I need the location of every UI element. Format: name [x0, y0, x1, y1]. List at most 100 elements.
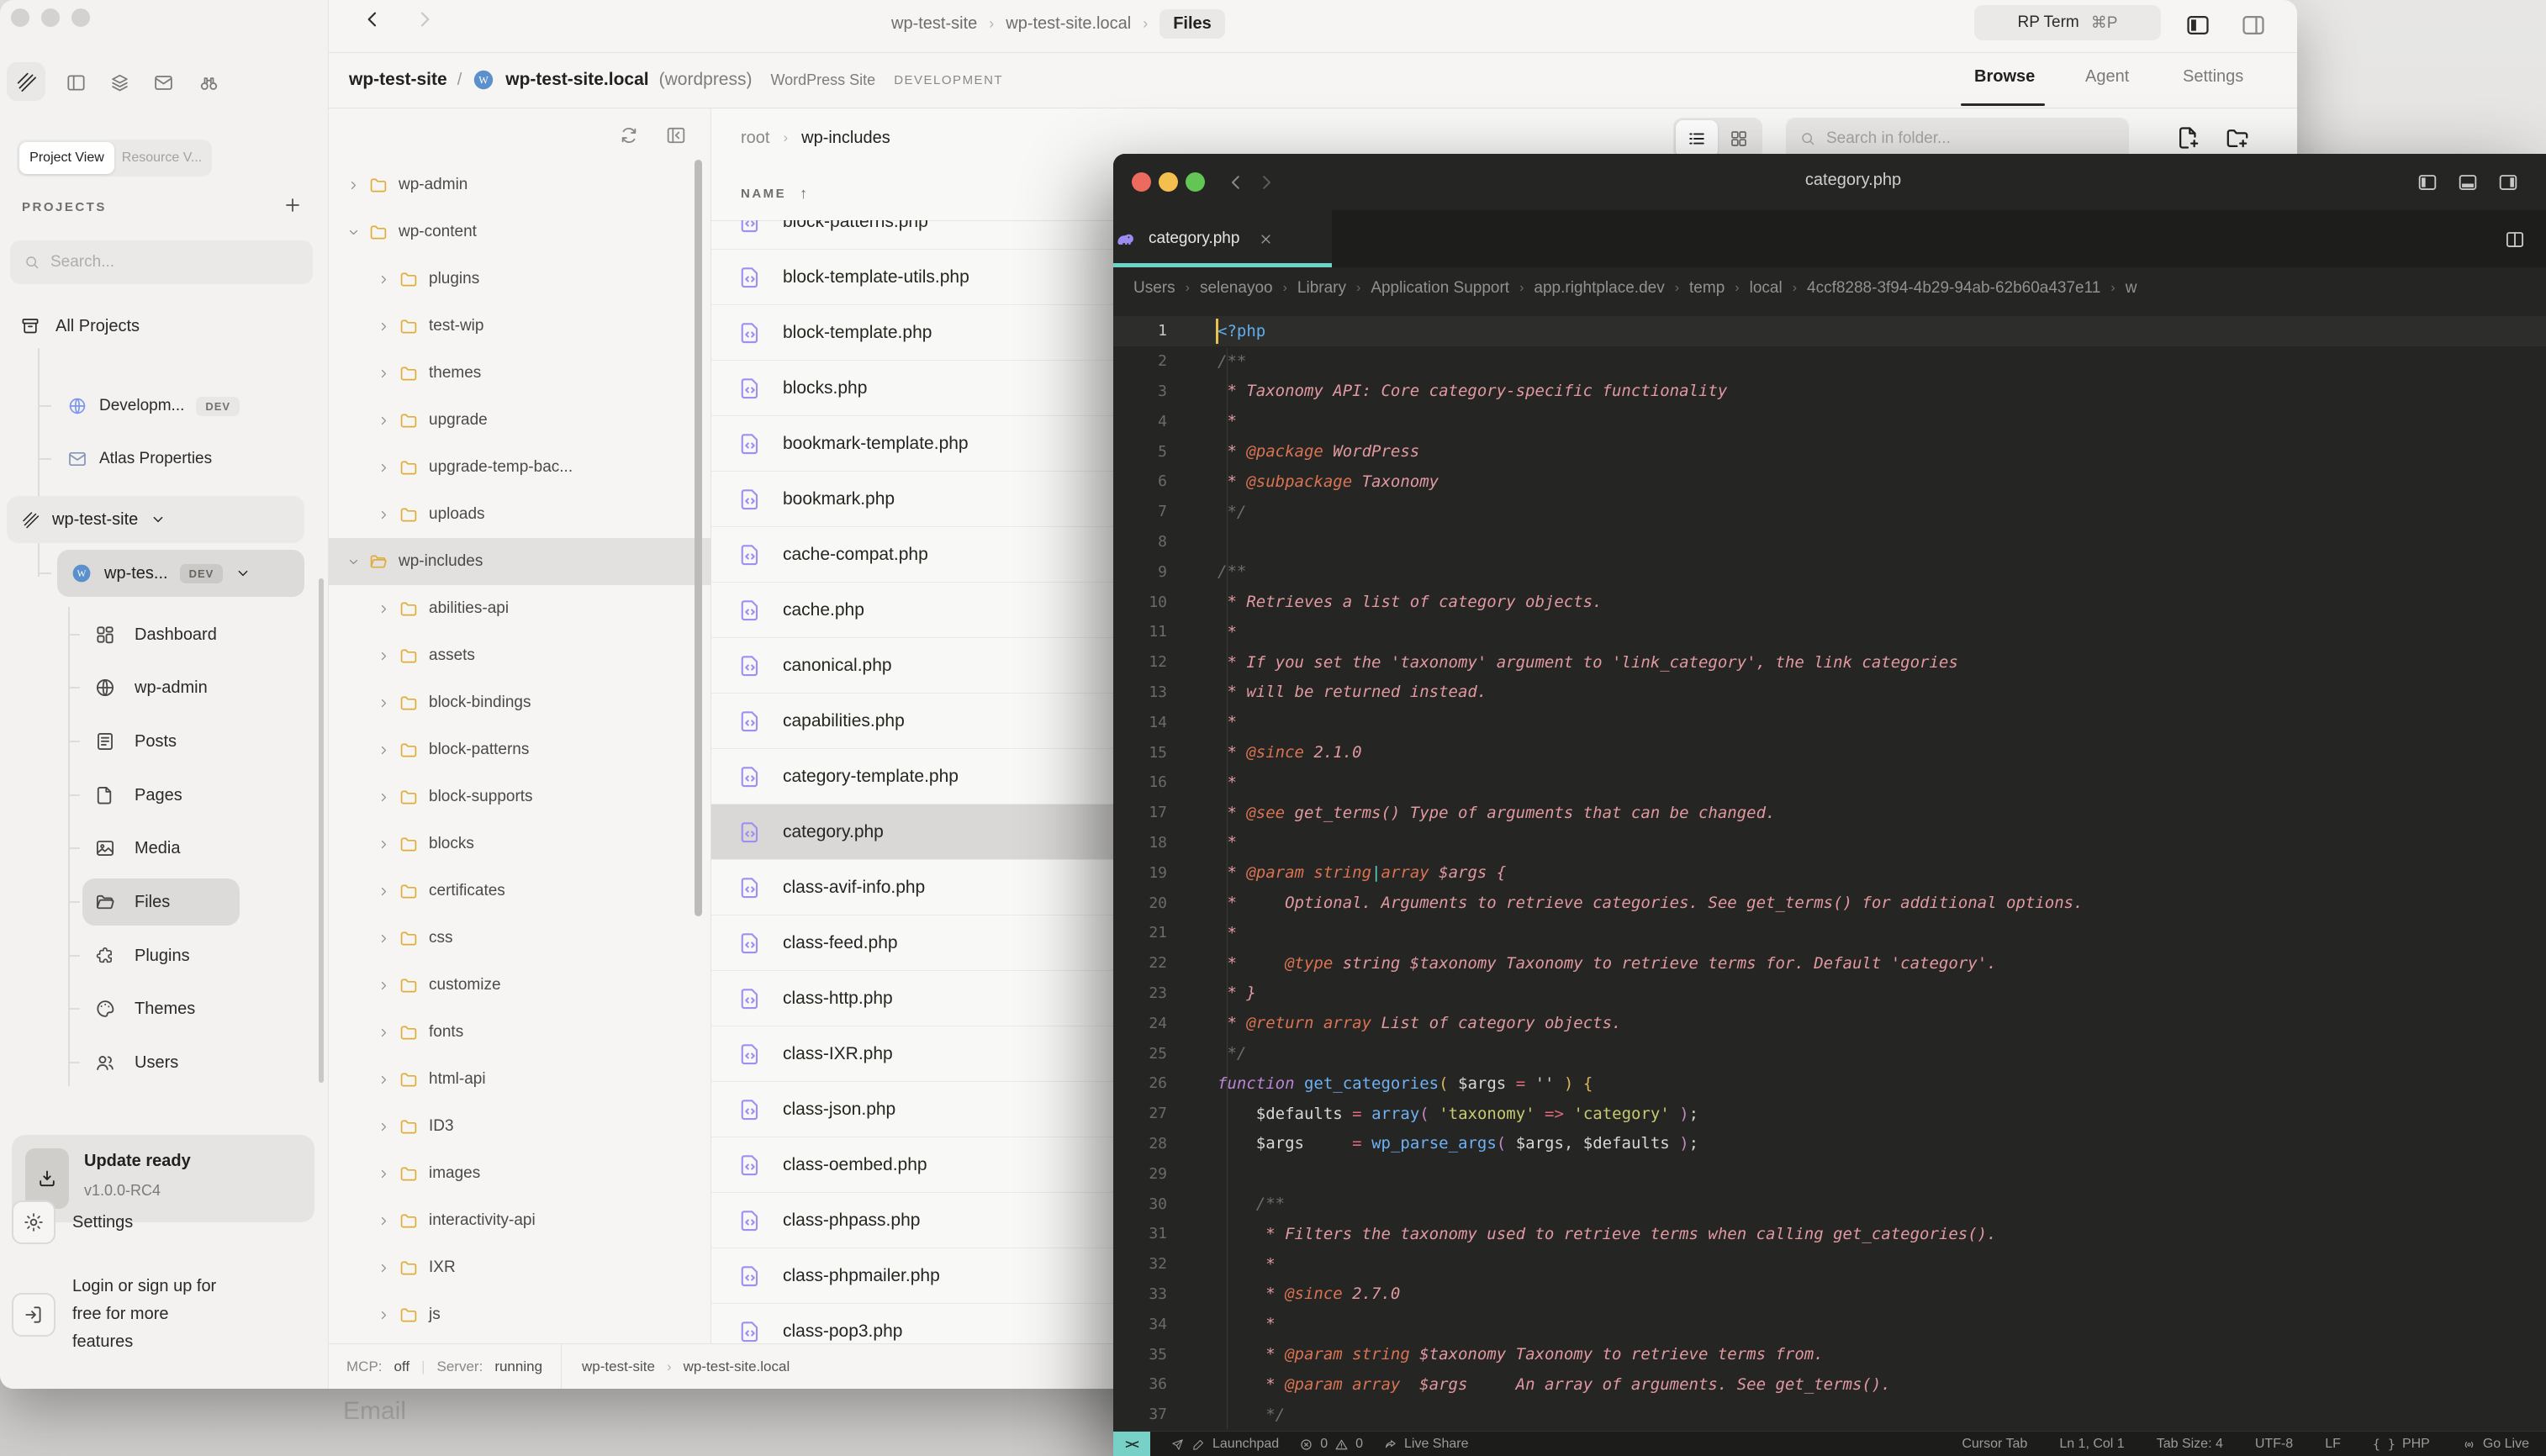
code-line-29[interactable]: 29 — [1113, 1158, 2546, 1189]
tab-category-php[interactable]: category.php — [1113, 210, 1332, 267]
name-column-header[interactable]: NAME ↑ — [741, 185, 807, 203]
breadcrumb-item-users[interactable]: Users — [1133, 279, 1175, 298]
code-line-1[interactable]: 1 <?php — [1113, 316, 2546, 346]
tree-item-plugins[interactable]: plugins — [328, 256, 710, 303]
server-value[interactable]: running — [494, 1358, 542, 1375]
mail-button[interactable] — [153, 72, 174, 98]
code-line-16[interactable]: 16 * — [1113, 768, 2546, 798]
tree-item-test-wip[interactable]: test-wip — [328, 303, 710, 350]
panel-left-toggle[interactable] — [2184, 12, 2211, 43]
sidebar-item-dashboard[interactable]: Dashboard — [94, 611, 217, 658]
close-tab-button[interactable] — [1258, 231, 1274, 247]
close-window-button[interactable] — [11, 8, 29, 27]
app-logo-tile[interactable] — [7, 62, 45, 101]
breadcrumb-item-wp-test-site-local[interactable]: wp-test-site.local — [1006, 14, 1131, 34]
breadcrumb-root[interactable]: root — [741, 129, 769, 148]
tree-item-css[interactable]: css — [328, 915, 710, 962]
status-item-cursor-tab[interactable]: Cursor Tab — [1962, 1437, 2027, 1452]
tree-scrollbar[interactable] — [695, 160, 702, 916]
breadcrumb-item-4ccf8288-3f94-4b29-94ab-62b60a437e11[interactable]: 4ccf8288-3f94-4b29-94ab-62b60a437e11 — [1807, 279, 2100, 298]
status-item-lf[interactable]: LF — [2325, 1437, 2341, 1452]
breadcrumb-item-temp[interactable]: temp — [1689, 279, 1725, 298]
tree-item-block-patterns[interactable]: block-patterns — [328, 726, 710, 773]
code-line-22[interactable]: 22 * @type string $taxonomy Taxonomy to … — [1113, 948, 2546, 979]
status-breadcrumb-site[interactable]: wp-test-site.local — [684, 1358, 790, 1375]
tree-item-block-supports[interactable]: block-supports — [328, 773, 710, 820]
code-line-24[interactable]: 24 * @return array List of category obje… — [1113, 1008, 2546, 1038]
tree-item-ixr[interactable]: IXR — [328, 1244, 710, 1291]
code-line-25[interactable]: 25 */ — [1113, 1038, 2546, 1068]
code-line-13[interactable]: 13 * will be returned instead. — [1113, 678, 2546, 708]
project-search-input[interactable]: Search... — [10, 240, 313, 284]
code-line-21[interactable]: 21 * — [1113, 918, 2546, 948]
new-file-button[interactable] — [2175, 124, 2202, 156]
tab-resource-view[interactable]: Resource V... — [114, 142, 209, 174]
collapse-panel-button[interactable] — [665, 124, 687, 150]
sidebar-item-plugins[interactable]: Plugins — [94, 932, 190, 979]
code-line-35[interactable]: 35 * @param string $taxonomy Taxonomy to… — [1113, 1339, 2546, 1369]
toggle-secondary-sidebar-button[interactable] — [2497, 171, 2519, 198]
minimize-window-button[interactable] — [41, 8, 60, 27]
sidebar-item-login[interactable]: Login or sign up for free for more feature… — [12, 1273, 216, 1356]
breadcrumb-item-w[interactable]: w — [2126, 279, 2137, 298]
sidebar-site-wp-test-site-local[interactable]: W wp-tes... DEV — [57, 550, 304, 597]
breadcrumb-item-application-support[interactable]: Application Support — [1371, 279, 1509, 298]
tree-item-upgrade-temp-bac[interactable]: upgrade-temp-bac... — [328, 444, 710, 491]
status-item-tab-size-4[interactable]: Tab Size: 4 — [2157, 1437, 2223, 1452]
code-line-17[interactable]: 17 * @see get_terms() Type of arguments … — [1113, 798, 2546, 828]
sidebar-project-developm[interactable]: Developm... DEV — [67, 382, 240, 430]
tree-item-themes[interactable]: themes — [328, 350, 710, 397]
code-area[interactable]: 1 <?php 2/** 3 * Taxonomy API: Core categor… — [1113, 309, 2546, 1431]
code-line-32[interactable]: 32 * — [1113, 1249, 2546, 1279]
grid-view-button[interactable] — [1718, 120, 1760, 157]
code-line-10[interactable]: 10 * Retrieves a list of category object… — [1113, 587, 2546, 617]
site-project-name[interactable]: wp-test-site — [349, 70, 447, 90]
split-editor-button[interactable] — [2504, 229, 2526, 255]
add-project-button[interactable] — [283, 195, 303, 219]
code-line-3[interactable]: 3 * Taxonomy API: Core category-specific… — [1113, 377, 2546, 407]
tree-item-fonts[interactable]: fonts — [328, 1009, 710, 1056]
status-item-go-live[interactable]: Go Live — [2462, 1437, 2529, 1452]
code-line-14[interactable]: 14 * — [1113, 707, 2546, 737]
breadcrumb-item-app-rightplace-dev[interactable]: app.rightplace.dev — [1534, 279, 1664, 298]
tree-item-uploads[interactable]: uploads — [328, 491, 710, 538]
tab-browse[interactable]: Browse — [1974, 67, 2035, 87]
sidebar-item-pages[interactable]: Pages — [94, 772, 182, 819]
tree-item-certificates[interactable]: certificates — [328, 868, 710, 915]
code-line-27[interactable]: 27 $defaults = array( 'taxonomy' => 'cat… — [1113, 1099, 2546, 1129]
tree-item-upgrade[interactable]: upgrade — [328, 397, 710, 444]
code-line-6[interactable]: 6 * @subpackage Taxonomy — [1113, 467, 2546, 497]
tab-project-view[interactable]: Project View — [19, 142, 114, 174]
forward-button[interactable] — [412, 7, 437, 32]
breadcrumb-item-wp-test-site[interactable]: wp-test-site — [891, 14, 977, 34]
code-line-5[interactable]: 5 * @package WordPress — [1113, 436, 2546, 467]
code-line-7[interactable]: 7 */ — [1113, 497, 2546, 527]
sidebar-item-files[interactable]: Files — [94, 878, 170, 926]
code-line-20[interactable]: 20 * Optional. Arguments to retrieve cat… — [1113, 888, 2546, 918]
tree-item-html-api[interactable]: html-api — [328, 1056, 710, 1103]
tree-item-images[interactable]: images — [328, 1150, 710, 1197]
sidebar-item-users[interactable]: Users — [94, 1039, 178, 1086]
code-line-33[interactable]: 33 * @since 2.7.0 — [1113, 1279, 2546, 1310]
status-item-ln-1-col-1[interactable]: Ln 1, Col 1 — [2059, 1437, 2124, 1452]
status-breadcrumb-project[interactable]: wp-test-site — [582, 1358, 655, 1375]
sidebar-item-posts[interactable]: Posts — [94, 718, 177, 765]
code-line-2[interactable]: 2/** — [1113, 346, 2546, 377]
toggle-panel-button[interactable] — [2457, 171, 2479, 198]
sidebar-item-themes[interactable]: Themes — [94, 985, 195, 1032]
mcp-value[interactable]: off — [394, 1358, 410, 1375]
tree-item-abilities-api[interactable]: abilities-api — [328, 585, 710, 632]
tree-item-wp-content[interactable]: wp-content — [328, 208, 710, 256]
layers-button[interactable] — [109, 72, 130, 98]
binoculars-button[interactable] — [198, 72, 219, 98]
code-line-8[interactable]: 8 — [1113, 527, 2546, 557]
tree-item-assets[interactable]: assets — [328, 632, 710, 679]
code-line-15[interactable]: 15 * @since 2.1.0 — [1113, 737, 2546, 768]
sidebar-scrollbar[interactable] — [319, 578, 324, 1083]
code-line-23[interactable]: 23 * } — [1113, 979, 2546, 1009]
tree-item-wp-includes[interactable]: wp-includes — [328, 538, 710, 585]
tree-item-interactivity-api[interactable]: interactivity-api — [328, 1197, 710, 1244]
tree-item-js[interactable]: js — [328, 1291, 710, 1338]
breadcrumb-item-selenayoo[interactable]: selenayoo — [1200, 279, 1273, 298]
sidebar-item-all-projects[interactable]: All Projects — [20, 306, 140, 346]
